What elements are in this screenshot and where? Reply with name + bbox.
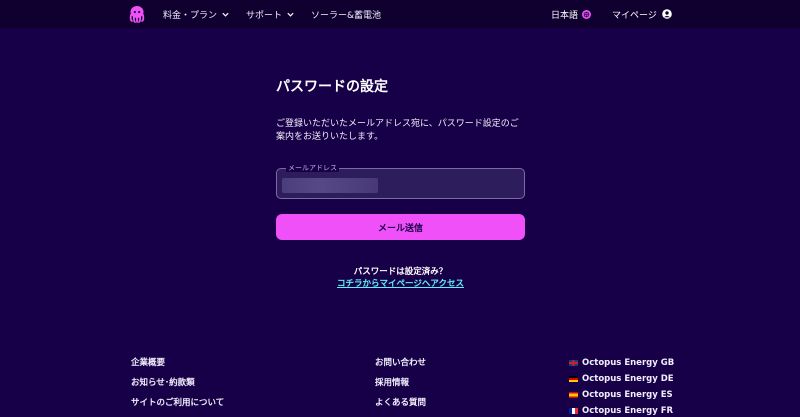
- footer-link-careers[interactable]: 採用情報: [375, 378, 426, 388]
- footer-column-support: お問い合わせ 採用情報 よくある質問: [375, 358, 426, 408]
- footer-column-company: 企業概要 お知らせ･約款類 サイトのご利用について: [131, 358, 224, 408]
- country-link-es[interactable]: Octopus Energy ES: [569, 390, 674, 400]
- language-globe-icon: [582, 9, 592, 19]
- country-label: Octopus Energy GB: [582, 358, 675, 368]
- redacted-email-value: [282, 178, 378, 193]
- country-label: Octopus Energy ES: [582, 390, 673, 400]
- chevron-down-icon: [287, 12, 294, 17]
- spain-flag-icon: [569, 392, 578, 398]
- nav-solar-battery-label: ソーラー&蓄電池: [311, 10, 382, 21]
- page-title: パスワードの設定: [276, 79, 388, 95]
- password-already-set-question: パスワードは設定済み？: [353, 267, 448, 277]
- nav-solar-battery[interactable]: ソーラー&蓄電池: [311, 8, 381, 21]
- send-email-button[interactable]: メール送信: [276, 214, 525, 240]
- country-link-gb[interactable]: Octopus Energy GB: [569, 358, 674, 368]
- main-nav: 料金・プラン サポート ソーラー&蓄電池: [163, 0, 381, 28]
- top-navigation-bar: 料金・プラン サポート ソーラー&蓄電池 日本語 マイページ: [0, 0, 800, 28]
- nav-pricing-plans[interactable]: 料金・プラン: [163, 8, 230, 21]
- mypage-label: マイページ: [612, 10, 657, 21]
- footer-link-company-overview[interactable]: 企業概要: [131, 358, 224, 368]
- country-label: Octopus Energy DE: [582, 374, 674, 384]
- email-field-label: メールアドレス: [286, 164, 339, 172]
- footer-column-countries: Octopus Energy GB Octopus Energy DE Octo…: [569, 358, 674, 416]
- footer-link-site-usage[interactable]: サイトのご利用について: [131, 398, 224, 408]
- country-link-de[interactable]: Octopus Energy DE: [569, 374, 674, 384]
- user-account-icon: [662, 9, 672, 19]
- footer-link-contact[interactable]: お問い合わせ: [375, 358, 426, 368]
- country-link-fr[interactable]: Octopus Energy FR: [569, 406, 674, 416]
- nav-pricing-plans-label: 料金・プラン: [163, 10, 218, 21]
- footer-link-news-terms[interactable]: お知らせ･約款類: [131, 378, 224, 388]
- germany-flag-icon: [569, 376, 578, 382]
- uk-flag-icon: [569, 360, 578, 366]
- mypage-link[interactable]: マイページ: [612, 0, 672, 28]
- page-description: ご登録いただいたメールアドレス宛に、パスワード設定のご案内をお送りいたします。: [276, 119, 519, 142]
- nav-support[interactable]: サポート: [246, 8, 295, 21]
- language-selector[interactable]: 日本語: [551, 0, 592, 28]
- footer-link-faq[interactable]: よくある質問: [375, 398, 426, 408]
- mypage-access-link[interactable]: コチラからマイページへアクセス: [276, 277, 525, 289]
- nav-support-label: サポート: [246, 10, 283, 21]
- octopus-logo-icon[interactable]: [128, 5, 146, 23]
- france-flag-icon: [569, 408, 578, 414]
- chevron-down-icon: [222, 12, 229, 17]
- country-label: Octopus Energy FR: [582, 406, 674, 416]
- language-label: 日本語: [551, 10, 579, 21]
